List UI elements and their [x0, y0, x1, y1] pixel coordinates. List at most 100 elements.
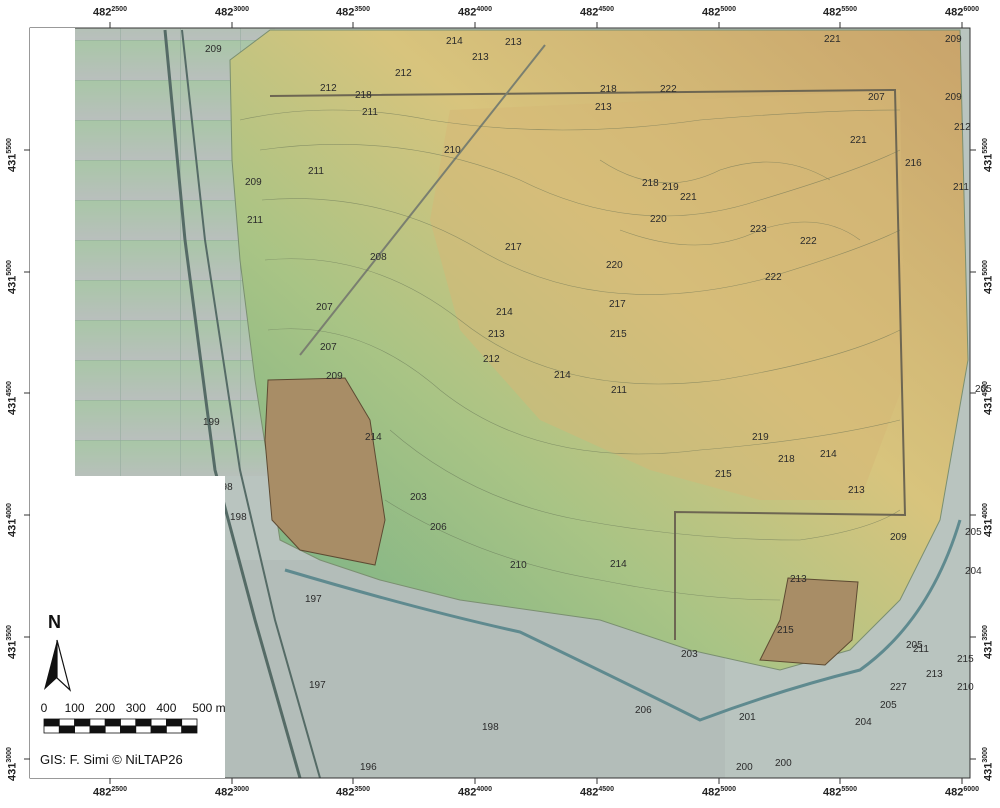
contour-label: 213 — [848, 485, 865, 496]
contour-label: 214 — [554, 370, 571, 381]
contour-label: 206 — [430, 522, 447, 533]
scale-label: 100 — [64, 701, 85, 715]
easting-label-top: 4822500 — [93, 6, 127, 19]
contour-label: 209 — [326, 371, 343, 382]
scale-label: 400 — [156, 701, 177, 715]
scale-segment — [43, 725, 60, 734]
contour-label: 214 — [365, 432, 382, 443]
contour-label: 222 — [765, 272, 782, 283]
easting-label-top: 4824500 — [580, 6, 614, 19]
scale-bar — [43, 718, 198, 734]
contour-label: 207 — [868, 92, 885, 103]
contour-label: 197 — [305, 594, 322, 605]
contour-label: 220 — [606, 260, 623, 271]
northing-label-right: 4313500 — [982, 625, 995, 659]
contour-label: 212 — [483, 354, 500, 365]
contour-label: 216 — [905, 158, 922, 169]
contour-label: 215 — [957, 654, 974, 665]
contour-label: 211 — [308, 166, 324, 177]
scale-segment — [181, 725, 198, 734]
contour-label: 207 — [316, 302, 333, 313]
northing-label-right: 4315000 — [982, 260, 995, 294]
contour-label: 211 — [611, 385, 627, 396]
easting-label-top: 4825000 — [702, 6, 736, 19]
contour-label: 215 — [610, 329, 627, 340]
contour-label: 214 — [496, 307, 513, 318]
easting-label-bottom: 4825000 — [702, 786, 736, 799]
scale-label: 300 — [125, 701, 146, 715]
contour-label: 197 — [309, 680, 326, 691]
scale-label: 0 — [40, 701, 48, 715]
contour-label: 212 — [954, 122, 971, 133]
contour-label: 201 — [739, 712, 756, 723]
contour-label: 204 — [855, 717, 872, 728]
scale-segment — [181, 718, 198, 727]
contour-label: 217 — [609, 299, 626, 310]
contour-label: 221 — [850, 135, 867, 146]
contour-label: 203 — [681, 649, 698, 660]
easting-label-top: 4826000 — [945, 6, 979, 19]
scale-segment — [120, 718, 137, 727]
easting-label-bottom: 4823000 — [215, 786, 249, 799]
easting-label-bottom: 4825500 — [823, 786, 857, 799]
scale-segment — [135, 725, 152, 734]
contour-label: 209 — [890, 532, 907, 543]
scale-label: 500 m — [192, 701, 226, 715]
contour-label: 209 — [945, 34, 962, 45]
northing-label-left: 4313500 — [6, 625, 19, 659]
contour-label: 209 — [245, 177, 262, 188]
contour-label: 218 — [355, 90, 372, 101]
contour-label: 207 — [320, 342, 337, 353]
north-label: N — [48, 612, 61, 632]
contour-label: 208 — [370, 252, 387, 263]
contour-label: 205 — [880, 700, 897, 711]
northing-label-left: 4315000 — [6, 260, 19, 294]
contour-label: 212 — [320, 83, 337, 94]
contour-label: 220 — [650, 214, 667, 225]
easting-label-bottom: 4824000 — [458, 786, 492, 799]
scale-segment — [43, 718, 60, 727]
contour-label: 217 — [505, 242, 522, 253]
contour-label: 200 — [736, 762, 753, 773]
northing-label-left: 4314000 — [6, 503, 19, 537]
contour-label: 219 — [752, 432, 769, 443]
scale-segment — [74, 725, 91, 734]
scale-segment — [135, 718, 152, 727]
easting-label-top: 4823500 — [336, 6, 370, 19]
contour-label: 214 — [446, 36, 463, 47]
contour-label: 203 — [410, 492, 427, 503]
contour-label: 209 — [205, 44, 222, 55]
contour-label: 215 — [715, 469, 732, 480]
contour-label: 214 — [610, 559, 627, 570]
scale-segment — [58, 725, 75, 734]
contour-label: 205 — [965, 527, 982, 538]
contour-label: 211 — [953, 182, 969, 193]
scale-segment — [89, 718, 106, 727]
scale-label: 200 — [95, 701, 116, 715]
contour-label: 218 — [600, 84, 617, 95]
contour-label: 209 — [945, 92, 962, 103]
scale-segment — [165, 725, 183, 734]
contour-label: 210 — [510, 560, 527, 571]
scale-segment — [165, 718, 183, 727]
contour-label: 211 — [362, 107, 378, 118]
contour-label: 210 — [957, 682, 974, 693]
contour-label: 198 — [230, 512, 247, 523]
scale-segment — [120, 725, 137, 734]
contour-label: 198 — [482, 722, 499, 733]
contour-label: 210 — [444, 145, 461, 156]
northing-label-left: 4314500 — [6, 381, 19, 415]
contour-label: 214 — [820, 449, 837, 460]
northing-label-left: 4315500 — [6, 138, 19, 172]
contour-label: 199 — [203, 417, 220, 428]
easting-label-bottom: 4822500 — [93, 786, 127, 799]
northing-label-left: 4313000 — [6, 747, 19, 781]
easting-label-top: 4824000 — [458, 6, 492, 19]
contour-label: 221 — [680, 192, 697, 203]
contour-label: 222 — [800, 236, 817, 247]
map-frame: 214 213 213 221 209 209 212 218 218 222 207 212 211 2… — [0, 0, 1000, 808]
contour-label: 211 — [913, 644, 929, 655]
contour-label: 206 — [635, 705, 652, 716]
elevation-map[interactable]: 214 213 213 221 209 209 212 218 218 222 207 212 211 2… — [0, 0, 1000, 808]
contour-label: 213 — [472, 52, 489, 63]
